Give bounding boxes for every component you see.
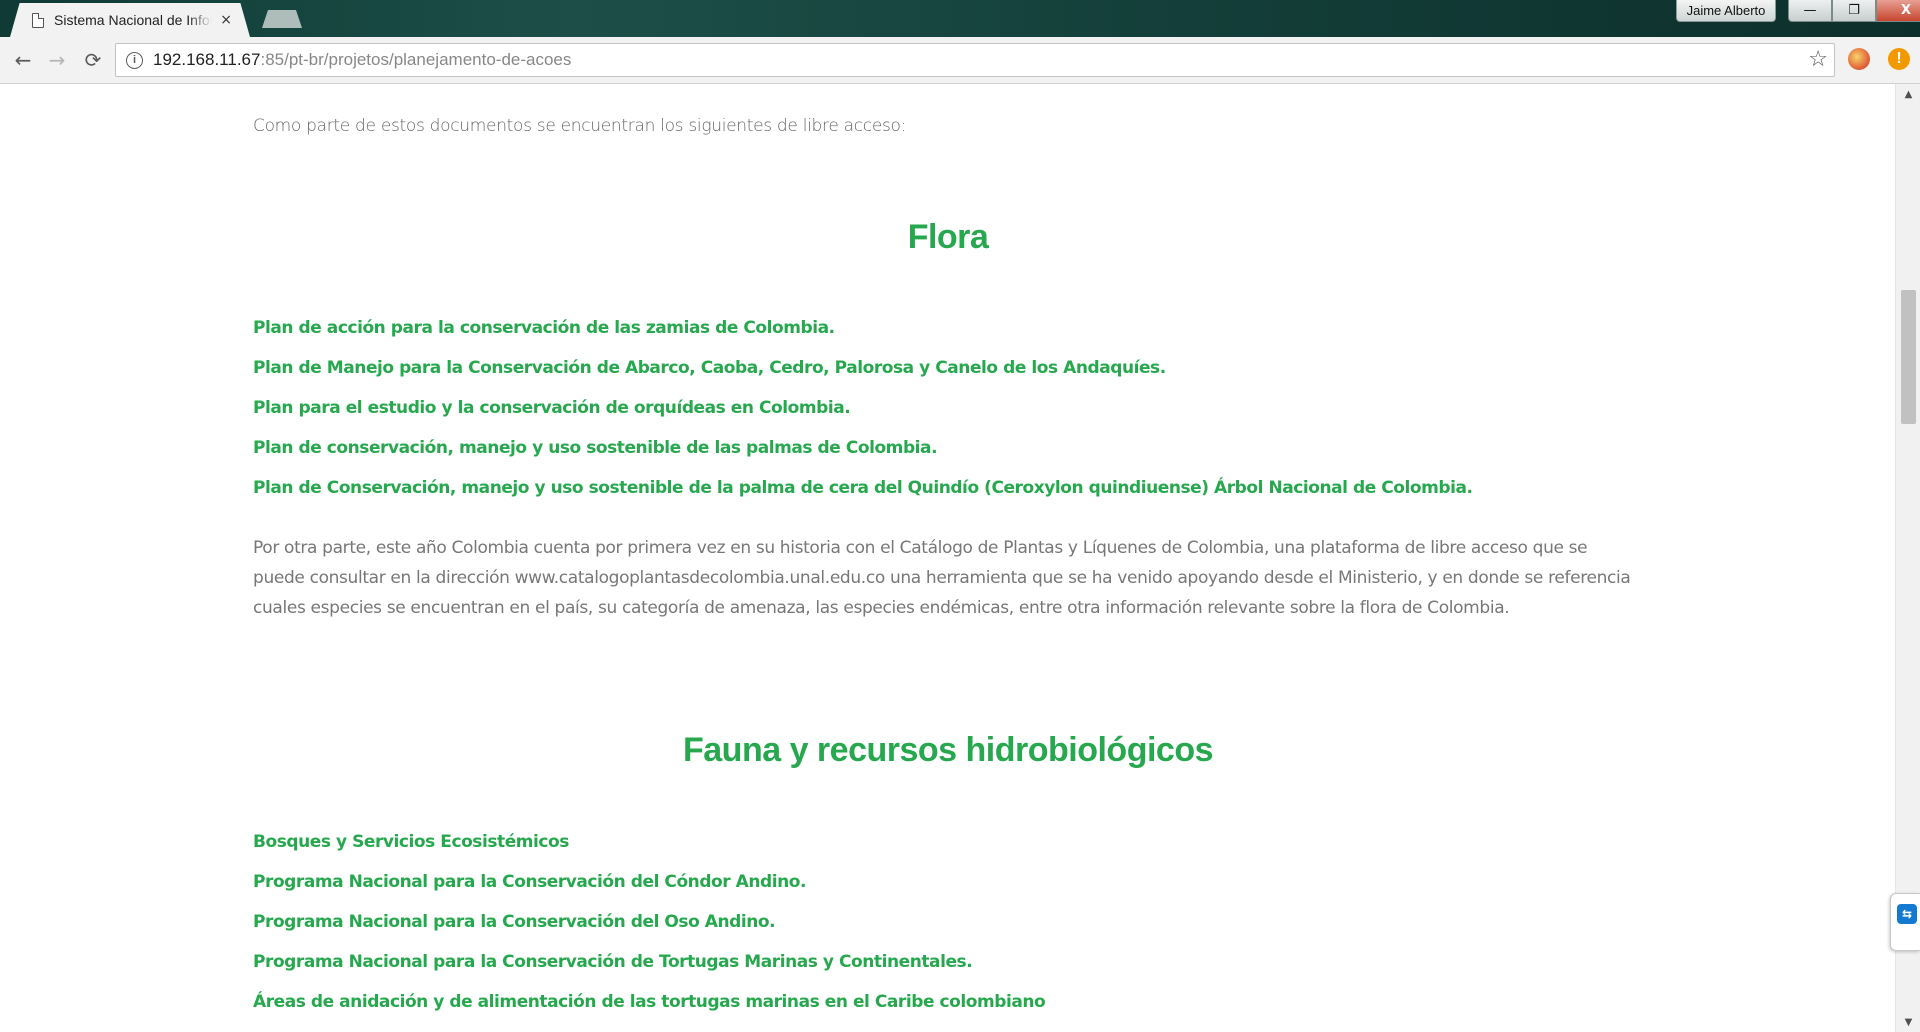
vertical-scrollbar[interactable]: ▲ ▼ <box>1895 84 1920 1032</box>
fauna-link[interactable]: Programa Nacional para la Conservación d… <box>253 902 1045 942</box>
scroll-up-icon[interactable]: ▲ <box>1896 84 1920 104</box>
flora-heading: Flora <box>907 218 989 256</box>
flora-link[interactable]: Plan de acción para la conservación de l… <box>253 308 1473 348</box>
forward-button[interactable]: → <box>42 45 72 75</box>
flora-link[interactable]: Plan de Manejo para la Conservación de A… <box>253 348 1473 388</box>
info-icon[interactable]: i <box>126 51 143 69</box>
fauna-link[interactable]: Programa Nacional para la Conservación d… <box>253 862 1045 902</box>
window-controls: — ❐ X <box>1788 0 1920 22</box>
alert-icon[interactable]: ! <box>1888 48 1910 70</box>
flora-link-list: Plan de acción para la conservación de l… <box>253 308 1473 508</box>
flora-link[interactable]: Plan de Conservación, manejo y uso soste… <box>253 468 1473 508</box>
scroll-down-icon[interactable]: ▼ <box>1896 1012 1920 1032</box>
flora-link[interactable]: Plan para el estudio y la conservación d… <box>253 388 1473 428</box>
url-path: :85/pt-br/projetos/planejamento-de-acoes <box>260 50 572 69</box>
page-icon <box>32 12 44 28</box>
fauna-link-list: Bosques y Servicios Ecosistémicos Progra… <box>253 822 1046 1022</box>
browser-toolbar: ← → ⟳ i 192.168.11.67:85/pt-br/projetos/… <box>0 37 1920 84</box>
extension-icon[interactable] <box>1848 48 1870 70</box>
tab-title: Sistema Nacional de Informação <box>54 12 213 28</box>
fauna-link[interactable]: Bosques y Servicios Ecosistémicos <box>253 822 1045 862</box>
page-viewport: Como parte de estos documentos se encuen… <box>0 84 1895 1032</box>
url-host: 192.168.11.67 <box>153 50 261 69</box>
fauna-link[interactable]: Áreas de anidación y de alimentación de … <box>253 982 1046 1022</box>
tab-close-icon[interactable]: × <box>220 12 232 28</box>
url-text[interactable]: 192.168.11.67:85/pt-br/projetos/planejam… <box>153 50 571 70</box>
catalog-paragraph: Por otra parte, este año Colombia cuenta… <box>253 538 1631 618</box>
scroll-thumb[interactable] <box>1901 290 1916 424</box>
new-tab-button[interactable] <box>262 10 302 28</box>
back-button[interactable]: ← <box>8 45 38 75</box>
bookmark-star-icon[interactable]: ☆ <box>1808 47 1828 72</box>
address-bar[interactable]: i 192.168.11.67:85/pt-br/projetos/planej… <box>115 43 1835 77</box>
profile-button[interactable]: Jaime Alberto <box>1676 0 1776 22</box>
teamviewer-icon: ⇆ <box>1897 904 1917 924</box>
close-window-button[interactable]: X <box>1876 0 1920 22</box>
fauna-link[interactable]: Programa Nacional para la Conservación d… <box>253 942 1045 982</box>
maximize-button[interactable]: ❐ <box>1832 0 1876 22</box>
reload-button[interactable]: ⟳ <box>78 45 108 75</box>
browser-tab[interactable]: Sistema Nacional de Informação × <box>10 3 250 37</box>
minimize-button[interactable]: — <box>1788 0 1832 22</box>
fauna-heading: Fauna y recursos hidrobiológicos <box>683 731 1214 769</box>
intro-text: Como parte de estos documentos se encuen… <box>253 116 907 136</box>
flora-link[interactable]: Plan de conservación, manejo y uso soste… <box>253 428 1473 468</box>
window-titlebar: Sistema Nacional de Informação × Jaime A… <box>0 0 1920 37</box>
teamviewer-widget[interactable]: ⇆ <box>1890 893 1920 951</box>
